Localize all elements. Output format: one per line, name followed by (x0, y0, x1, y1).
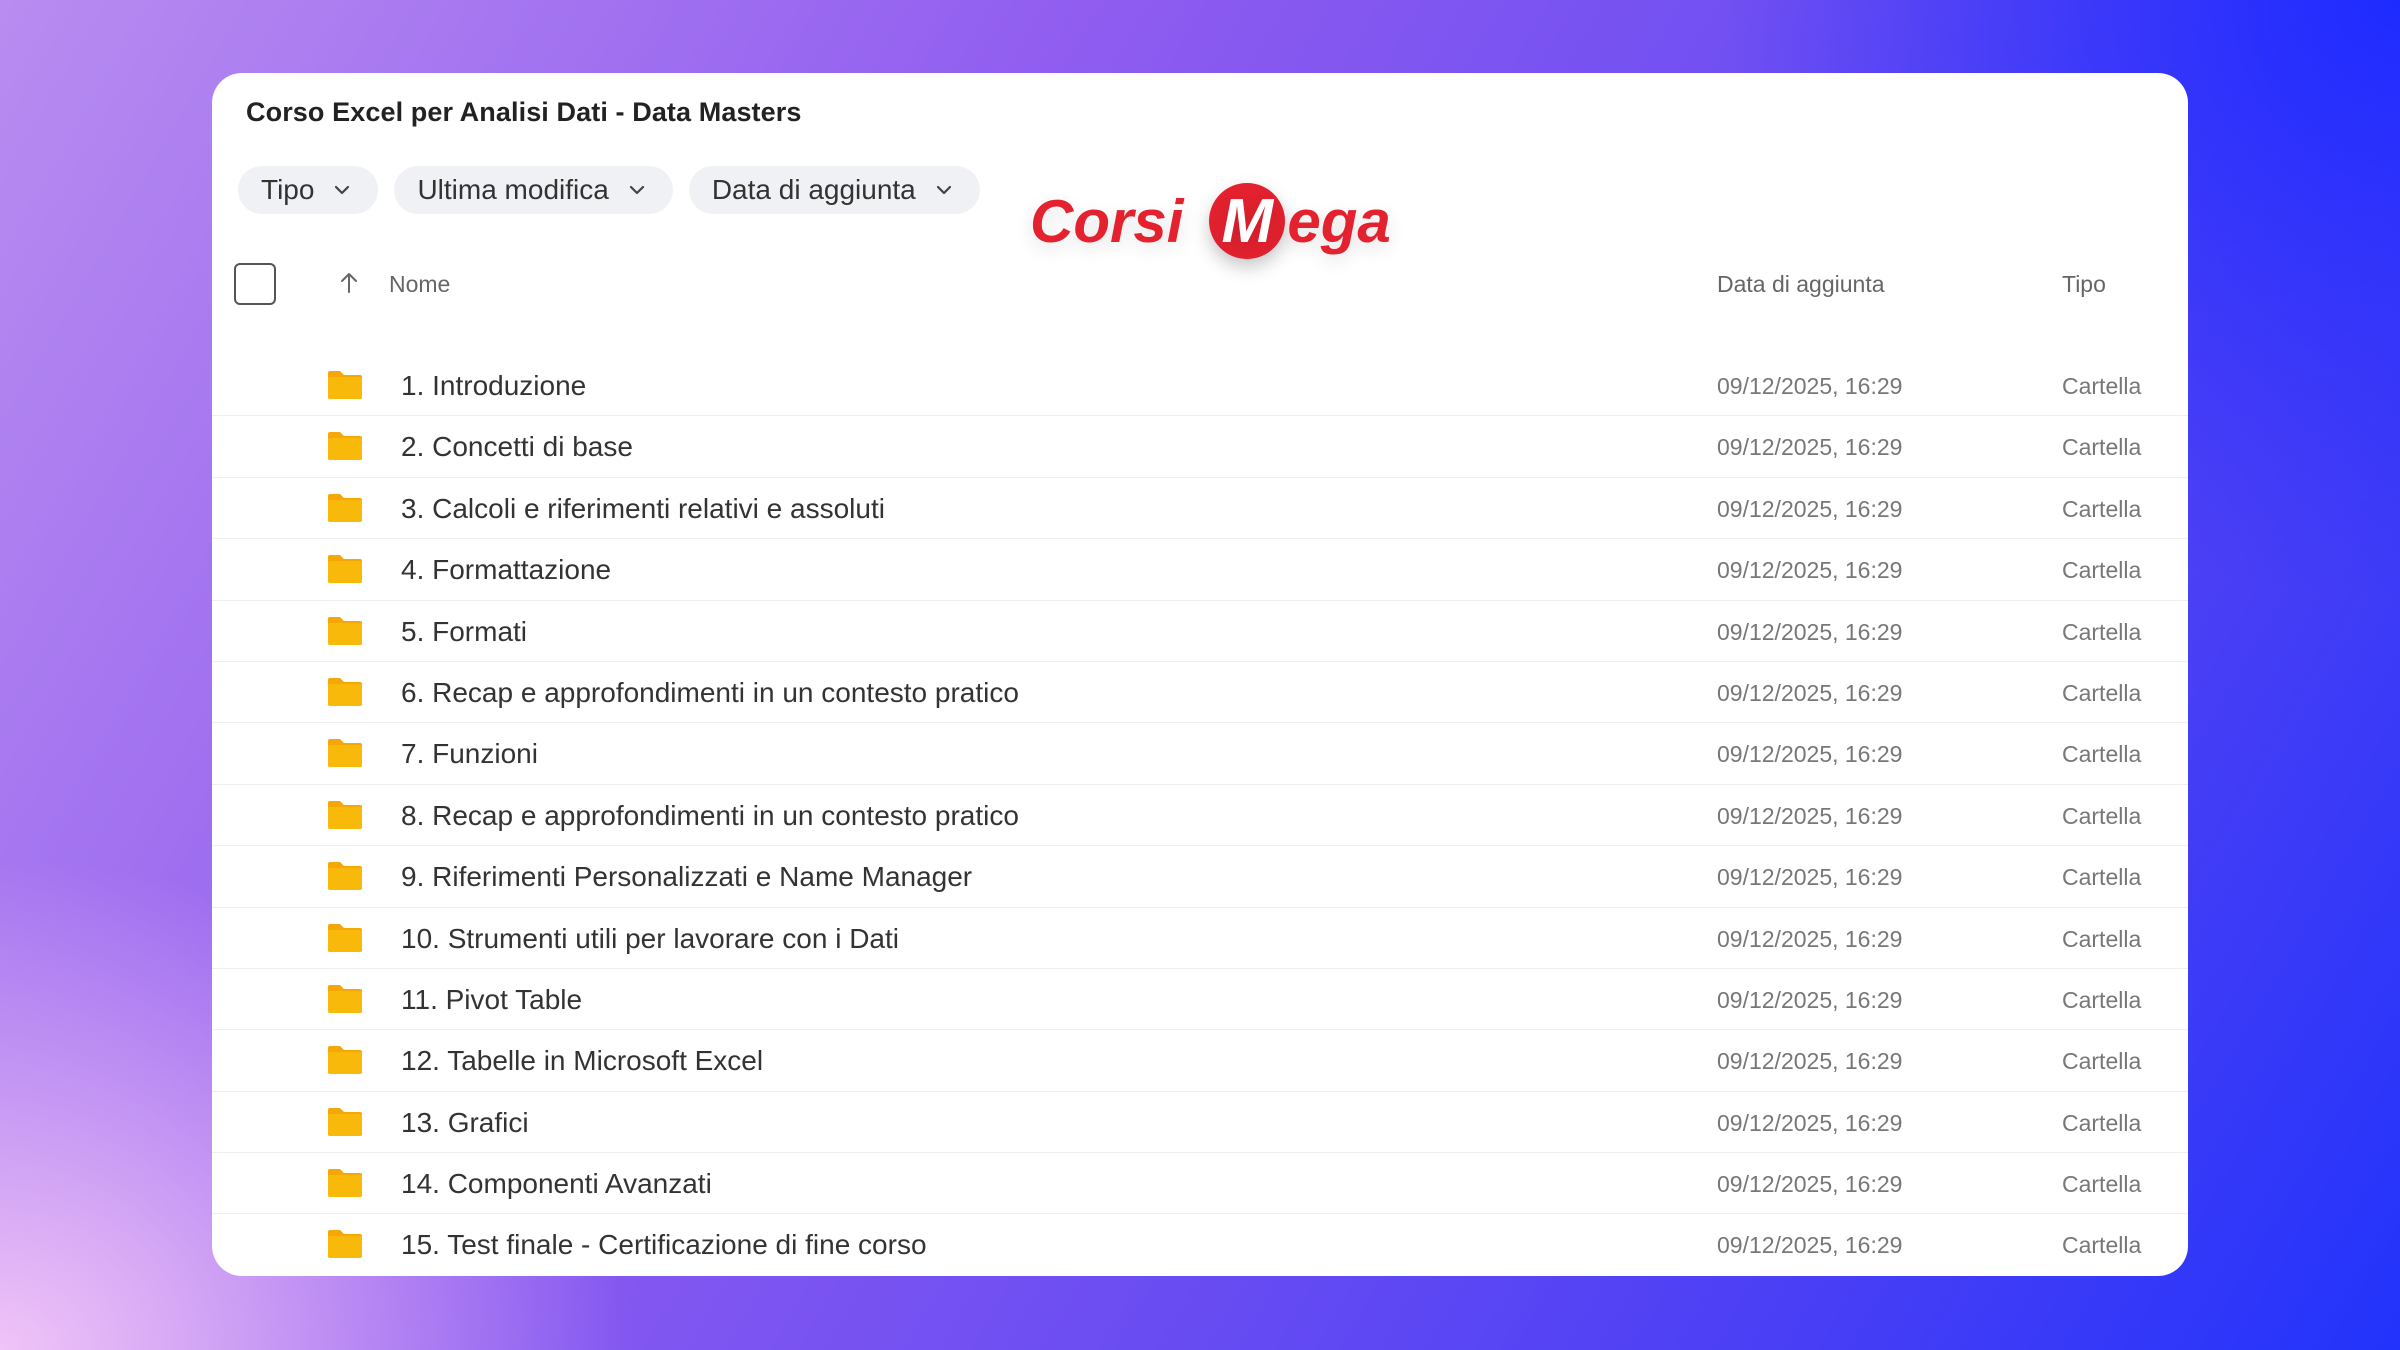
folder-icon (328, 1046, 362, 1075)
folder-icon (328, 923, 362, 952)
table-row[interactable]: 15. Test finale - Certificazione di fine… (212, 1214, 2188, 1275)
table-row[interactable]: 7. Funzioni 09/12/2025, 16:29 Cartella (212, 723, 2188, 785)
row-type: Cartella (2062, 741, 2142, 768)
row-type: Cartella (2062, 557, 2142, 584)
select-all-checkbox[interactable] (234, 263, 276, 305)
row-date-added: 09/12/2025, 16:29 (1717, 557, 1903, 584)
table-row[interactable]: 10. Strumenti utili per lavorare con i D… (212, 908, 2188, 969)
row-type: Cartella (2062, 1171, 2142, 1198)
row-type: Cartella (2062, 618, 2142, 645)
row-type: Cartella (2062, 495, 2142, 522)
row-name: 8. Recap e approfondimenti in un contest… (401, 799, 1019, 831)
folder-icon (328, 1107, 362, 1136)
row-name: 15. Test finale - Certificazione di fine… (401, 1229, 927, 1261)
table-row[interactable]: 14. Componenti Avanzati 09/12/2025, 16:29… (212, 1153, 2188, 1215)
folder-icon (328, 432, 362, 461)
row-type: Cartella (2062, 434, 2142, 461)
row-type: Cartella (2062, 679, 2142, 706)
row-date-added: 09/12/2025, 16:29 (1717, 1232, 1903, 1259)
folder-icon (328, 1230, 362, 1259)
row-name: 10. Strumenti utili per lavorare con i D… (401, 922, 899, 954)
table-row[interactable]: 5. Formati 09/12/2025, 16:29 Cartella (212, 601, 2188, 662)
filter-type-label: Tipo (261, 174, 315, 205)
file-browser-panel: Corso Excel per Analisi Dati - Data Mast… (212, 73, 2188, 1276)
table-row[interactable]: 13. Grafici 09/12/2025, 16:29 Cartella (212, 1092, 2188, 1154)
table-row[interactable]: 9. Riferimenti Personalizzati e Name Man… (212, 846, 2188, 908)
row-name: 2. Concetti di base (401, 431, 633, 463)
logo-text-right: ega (1287, 187, 1391, 255)
chevron-down-icon (335, 185, 350, 195)
folder-icon (328, 984, 362, 1013)
row-name: 12. Tabelle in Microsoft Excel (401, 1045, 764, 1077)
table-row[interactable]: 11. Pivot Table 09/12/2025, 16:29 Cartella (212, 969, 2188, 1031)
row-name: 5. Formati (401, 615, 528, 647)
row-date-added: 09/12/2025, 16:29 (1717, 495, 1903, 522)
row-type: Cartella (2062, 1232, 2142, 1259)
filter-modified-label: Ultima modifica (417, 174, 609, 205)
row-name: 3. Calcoli e riferimenti relativi e asso… (401, 492, 885, 524)
table-row[interactable]: 2. Concetti di base 09/12/2025, 16:29 Cart… (212, 416, 2188, 478)
row-date-added: 09/12/2025, 16:29 (1717, 741, 1903, 768)
row-date-added: 09/12/2025, 16:29 (1717, 679, 1903, 706)
table-row[interactable]: 12. Tabelle in Microsoft Excel 09/12/2025… (212, 1030, 2188, 1092)
folder-icon (328, 862, 362, 891)
column-header-date-added[interactable]: Data di aggiunta (1717, 271, 1885, 298)
row-date-added: 09/12/2025, 16:29 (1717, 373, 1903, 399)
chevron-down-icon (629, 185, 644, 195)
row-date-added: 09/12/2025, 16:29 (1717, 925, 1903, 952)
folder-icon (328, 677, 362, 706)
folder-icon (328, 493, 362, 522)
table-row[interactable]: 4. Formattazione 09/12/2025, 16:29 Cartell… (212, 539, 2188, 601)
row-date-added: 09/12/2025, 16:29 (1717, 986, 1903, 1013)
filter-date-added-label: Data di aggiunta (711, 174, 916, 205)
row-type: Cartella (2062, 373, 2142, 399)
folder-icon (328, 739, 362, 768)
sort-ascending-arrow-icon[interactable] (336, 270, 362, 296)
row-date-added: 09/12/2025, 16:29 (1717, 1109, 1903, 1136)
row-type: Cartella (2062, 986, 2142, 1013)
logo-text-left: Corsi (1030, 187, 1184, 255)
column-header-type[interactable]: Tipo (2062, 271, 2106, 298)
column-header-name[interactable]: Nome (389, 271, 450, 298)
filter-bar: Tipo Ultima modifica Data di aggiunta (238, 166, 980, 214)
row-date-added: 09/12/2025, 16:29 (1717, 1171, 1903, 1198)
row-type: Cartella (2062, 802, 2142, 829)
row-name: 7. Funzioni (401, 738, 538, 770)
table-row[interactable]: 3. Calcoli e riferimenti relativi e asso… (212, 478, 2188, 540)
row-date-added: 09/12/2025, 16:29 (1717, 434, 1903, 461)
row-type: Cartella (2062, 864, 2142, 891)
logo-m-badge: M (1209, 183, 1286, 259)
folder-icon (328, 1169, 362, 1198)
page-title: Corso Excel per Analisi Dati - Data Mast… (246, 97, 802, 127)
filter-type-button[interactable]: Tipo (238, 166, 379, 214)
row-type: Cartella (2062, 1109, 2142, 1136)
row-type: Cartella (2062, 925, 2142, 952)
row-date-added: 09/12/2025, 16:29 (1717, 618, 1903, 645)
table-row[interactable]: 1. Introduzione 09/12/2025, 16:29 Cartella (212, 355, 2188, 417)
row-name: 14. Componenti Avanzati (401, 1168, 712, 1200)
filter-modified-button[interactable]: Ultima modifica (394, 166, 673, 214)
folder-icon (328, 616, 362, 645)
row-name: 4. Formattazione (401, 554, 612, 586)
row-date-added: 09/12/2025, 16:29 (1717, 1048, 1903, 1075)
chevron-down-icon (936, 185, 951, 195)
table-row[interactable]: 8. Recap e approfondimenti in un contest… (212, 785, 2188, 847)
row-name: 1. Introduzione (401, 370, 587, 401)
table-row[interactable]: 6. Recap e approfondimenti in un contest… (212, 662, 2188, 724)
filter-date-added-button[interactable]: Data di aggiunta (688, 166, 980, 214)
table-header: Nome Data di aggiunta Tipo (212, 263, 2188, 323)
row-name: 9. Riferimenti Personalizzati e Name Man… (401, 861, 973, 893)
folder-icon (328, 800, 362, 829)
row-name: 11. Pivot Table (401, 983, 583, 1015)
row-type: Cartella (2062, 1048, 2142, 1075)
row-date-added: 09/12/2025, 16:29 (1717, 802, 1903, 829)
folder-icon (328, 555, 362, 584)
row-name: 6. Recap e approfondimenti in un contest… (401, 676, 1019, 708)
corsimega-watermark-logo: Corsi M ega (1030, 183, 1391, 259)
file-list: 1. Introduzione 09/12/2025, 16:29 Cartella… (212, 355, 2188, 1276)
folder-icon (328, 371, 362, 399)
row-date-added: 09/12/2025, 16:29 (1717, 864, 1903, 891)
row-name: 13. Grafici (401, 1106, 529, 1138)
